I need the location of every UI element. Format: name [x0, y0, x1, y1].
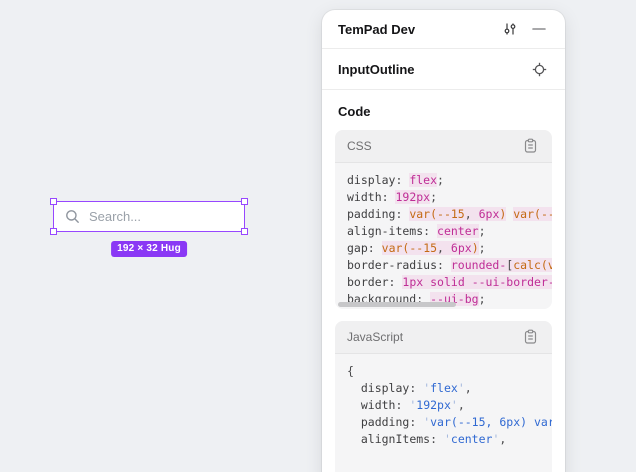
- component-name: InputOutline: [338, 62, 415, 77]
- selection-handle-bottom-right[interactable]: [241, 228, 248, 235]
- size-badge: 192 × 32 Hug: [111, 241, 187, 257]
- code-section-title: Code: [338, 104, 549, 119]
- css-code-block: CSS display: flex;width: 192px;padding: …: [335, 130, 552, 309]
- selected-component-row: InputOutline: [322, 49, 565, 90]
- minimize-icon[interactable]: [529, 19, 549, 39]
- clipboard-copy-icon[interactable]: [520, 136, 540, 156]
- javascript-block-label: JavaScript: [347, 330, 520, 344]
- crosshair-locate-icon[interactable]: [529, 59, 549, 79]
- selection-handle-bottom-left[interactable]: [50, 228, 57, 235]
- css-block-label: CSS: [347, 139, 520, 153]
- search-placeholder: Search...: [89, 209, 141, 224]
- tempad-dev-panel: TemPad Dev InputOutline: [322, 10, 565, 472]
- magnifier-icon: [65, 209, 80, 224]
- selection-handle-top-right[interactable]: [241, 198, 248, 205]
- clipboard-copy-icon[interactable]: [520, 327, 540, 347]
- canvas-search-input-element[interactable]: Search...: [53, 201, 245, 232]
- panel-header: TemPad Dev: [322, 10, 565, 49]
- sliders-icon[interactable]: [500, 19, 520, 39]
- javascript-code-block: JavaScript { display: 'flex', width: '19…: [335, 321, 552, 472]
- code-section: Code CSS display: flex;width: 192px;padd…: [322, 90, 565, 472]
- horizontal-scrollbar[interactable]: [338, 302, 456, 307]
- selection-handle-top-left[interactable]: [50, 198, 57, 205]
- javascript-block-header: JavaScript: [335, 321, 552, 354]
- panel-title: TemPad Dev: [338, 22, 415, 37]
- css-code: display: flex;width: 192px;padding: var(…: [335, 163, 552, 309]
- javascript-code: { display: 'flex', width: '192px', paddi…: [335, 354, 552, 472]
- css-block-header: CSS: [335, 130, 552, 163]
